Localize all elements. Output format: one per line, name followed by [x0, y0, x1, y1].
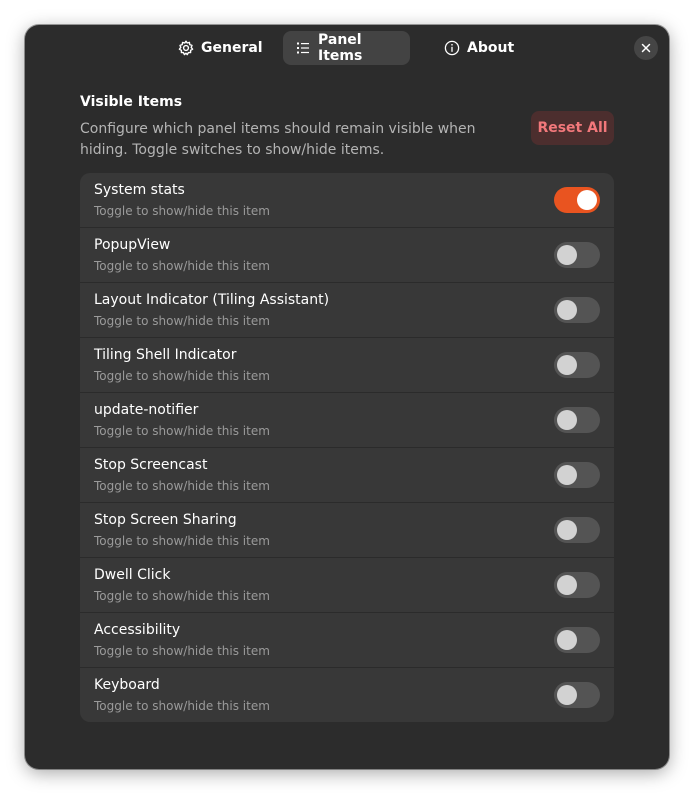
close-icon — [641, 43, 651, 53]
item-subtitle: Toggle to show/hide this item — [94, 644, 270, 658]
item-title: Dwell Click — [94, 567, 171, 583]
item-subtitle: Toggle to show/hide this item — [94, 259, 270, 273]
item-subtitle: Toggle to show/hide this item — [94, 204, 270, 218]
tab-panel-items-label: Panel Items — [318, 32, 363, 64]
item-subtitle: Toggle to show/hide this item — [94, 534, 270, 548]
list-icon — [295, 40, 311, 56]
item-title: Keyboard — [94, 677, 160, 693]
info-icon — [444, 40, 460, 56]
item-subtitle: Toggle to show/hide this item — [94, 479, 270, 493]
item-subtitle: Toggle to show/hide this item — [94, 589, 270, 603]
item-title: Stop Screen Sharing — [94, 512, 237, 528]
item-toggle-switch[interactable] — [554, 682, 600, 708]
close-button[interactable] — [634, 36, 658, 60]
item-title: update-notifier — [94, 402, 199, 418]
tab-panel-items[interactable]: Panel Items — [283, 31, 410, 65]
item-toggle-switch[interactable] — [554, 242, 600, 268]
visible-items-list: System stats Toggle to show/hide this it… — [80, 173, 614, 722]
preferences-window: General Panel Items About Visible Items … — [25, 25, 669, 769]
header-bar: General Panel Items About — [25, 25, 669, 71]
list-item: Keyboard Toggle to show/hide this item — [80, 668, 614, 722]
group-description: Configure which panel items should remai… — [80, 121, 476, 158]
item-title: Stop Screencast — [94, 457, 208, 473]
group-title: Visible Items — [80, 94, 183, 110]
item-title: Accessibility — [94, 622, 181, 638]
list-item: System stats Toggle to show/hide this it… — [80, 173, 614, 228]
list-item: PopupView Toggle to show/hide this item — [80, 228, 614, 283]
item-title: System stats — [94, 182, 185, 198]
item-toggle-switch[interactable] — [554, 517, 600, 543]
item-toggle-switch[interactable] — [554, 572, 600, 598]
tab-about[interactable]: About — [432, 31, 522, 65]
list-item: update-notifier Toggle to show/hide this… — [80, 393, 614, 448]
item-toggle-switch[interactable] — [554, 407, 600, 433]
item-title: Layout Indicator (Tiling Assistant) — [94, 292, 330, 308]
gear-icon — [178, 40, 194, 56]
tab-general-label: General — [201, 40, 263, 56]
item-toggle-switch[interactable] — [554, 187, 600, 213]
item-toggle-switch[interactable] — [554, 297, 600, 323]
item-toggle-switch[interactable] — [554, 352, 600, 378]
list-item: Layout Indicator (Tiling Assistant) Togg… — [80, 283, 614, 338]
list-item: Accessibility Toggle to show/hide this i… — [80, 613, 614, 668]
item-toggle-switch[interactable] — [554, 462, 600, 488]
list-item: Tiling Shell Indicator Toggle to show/hi… — [80, 338, 614, 393]
list-item: Stop Screencast Toggle to show/hide this… — [80, 448, 614, 503]
tab-general[interactable]: General — [166, 31, 268, 65]
item-subtitle: Toggle to show/hide this item — [94, 314, 270, 328]
tab-about-label: About — [467, 40, 515, 56]
reset-all-button[interactable]: Reset All — [531, 111, 614, 145]
item-subtitle: Toggle to show/hide this item — [94, 369, 270, 383]
item-title: PopupView — [94, 237, 171, 253]
item-subtitle: Toggle to show/hide this item — [94, 699, 270, 713]
item-title: Tiling Shell Indicator — [94, 347, 237, 363]
item-subtitle: Toggle to show/hide this item — [94, 424, 270, 438]
list-item: Stop Screen Sharing Toggle to show/hide … — [80, 503, 614, 558]
item-toggle-switch[interactable] — [554, 627, 600, 653]
list-item: Dwell Click Toggle to show/hide this ite… — [80, 558, 614, 613]
